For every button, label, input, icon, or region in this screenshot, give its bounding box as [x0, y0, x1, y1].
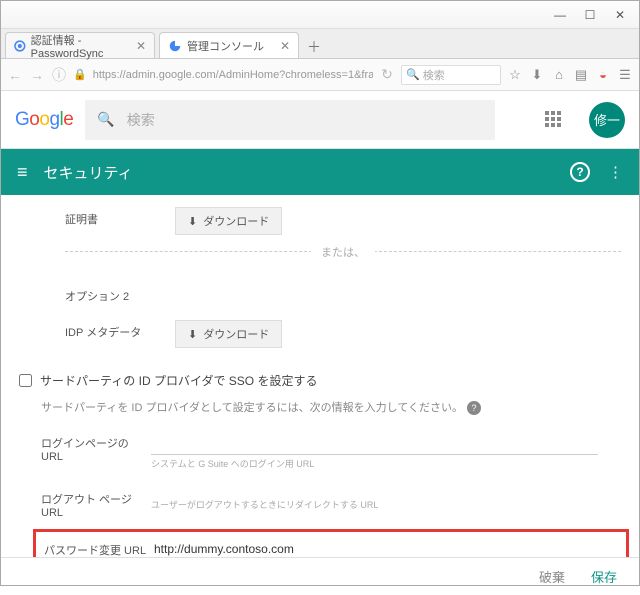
window-close[interactable]: ✕ — [605, 8, 635, 22]
pocket-icon[interactable]: ◒ — [595, 67, 611, 82]
download-cert-button[interactable]: ⬇ダウンロード — [175, 207, 282, 235]
window-maximize[interactable]: ☐ — [575, 8, 605, 22]
browser-menu-icon[interactable]: ☰ — [617, 67, 633, 83]
download-icon: ⬇ — [188, 215, 197, 228]
tab-label: 管理コンソール — [187, 38, 264, 54]
option2-label: オプション 2 — [65, 284, 175, 304]
save-button[interactable]: 保存 — [591, 567, 617, 586]
account-avatar[interactable]: 修一 — [589, 102, 625, 138]
window-minimize[interactable]: — — [545, 8, 575, 22]
certificate-label: 証明書 — [65, 207, 175, 227]
more-menu-icon[interactable]: ⋮ — [608, 163, 623, 181]
tab-admin-console[interactable]: 管理コンソール ✕ — [159, 32, 299, 58]
tab-label: 認証情報 - PasswordSync — [31, 32, 136, 60]
search-icon: 🔍 — [97, 111, 114, 128]
tab-close-icon[interactable]: ✕ — [280, 39, 290, 53]
logout-url-label: ログアウト ページ URL — [41, 487, 151, 519]
google-favicon-icon — [168, 39, 182, 53]
download-idp-button[interactable]: ⬇ダウンロード — [175, 320, 282, 348]
lock-icon: 🔒 — [73, 68, 87, 81]
back-button[interactable]: ← — [7, 67, 23, 83]
google-header: Google 🔍検索 修一 — [1, 91, 639, 149]
hamburger-icon[interactable]: ≡ — [17, 162, 28, 183]
footer-actions: 破棄 保存 — [1, 557, 639, 595]
reload-button[interactable]: ↻ — [379, 66, 395, 83]
password-url-input[interactable] — [154, 538, 595, 557]
search-icon: 🔍 — [406, 68, 420, 81]
downloads-icon[interactable]: ⬇ — [529, 67, 545, 83]
browser-search[interactable]: 🔍 検索 — [401, 65, 501, 85]
section-header: ≡ セキュリティ ? ⋮ — [1, 149, 639, 195]
library-icon[interactable]: ▤ — [573, 67, 589, 83]
content-area: 証明書 ⬇ダウンロード または、 オプション 2 IDP メタデータ ⬇ダウンロ… — [1, 195, 639, 557]
forward-button: → — [29, 67, 45, 83]
chrome-favicon-icon — [14, 39, 26, 53]
admin-search[interactable]: 🔍検索 — [85, 100, 495, 140]
third-party-sso-checkbox[interactable]: サードパーティの ID プロバイダで SSO を設定する — [19, 366, 621, 395]
home-icon[interactable]: ⌂ — [551, 67, 567, 82]
login-url-hint: システムと G Suite へのログイン用 URL — [151, 458, 621, 471]
tab-close-icon[interactable]: ✕ — [136, 39, 146, 53]
divider-or: または、 — [65, 251, 621, 268]
google-logo[interactable]: Google — [15, 109, 73, 131]
logout-url-hint: ユーザーがログアウトするときにリダイレクトする URL — [151, 499, 621, 512]
tab-passwordsync[interactable]: 認証情報 - PasswordSync ✕ — [5, 32, 155, 58]
bookmark-star-icon[interactable]: ☆ — [507, 67, 523, 83]
sso-help-text: サードパーティを ID プロバイダとして設定するには、次の情報を入力してください… — [19, 395, 621, 423]
idp-metadata-label: IDP メタデータ — [65, 320, 175, 340]
login-url-input[interactable] — [151, 431, 598, 455]
password-url-highlight: パスワード変更 URL — [33, 529, 629, 557]
download-icon: ⬇ — [188, 328, 197, 341]
address-bar[interactable]: https://admin.google.com/AdminHome?chrom… — [93, 69, 373, 81]
window-titlebar: — ☐ ✕ — [1, 1, 639, 29]
apps-grid-icon[interactable] — [545, 111, 563, 129]
login-url-label: ログインページの URL — [41, 431, 151, 463]
new-tab-button[interactable]: ＋ — [303, 36, 325, 58]
browser-tabs: 認証情報 - PasswordSync ✕ 管理コンソール ✕ ＋ — [1, 29, 639, 59]
help-tooltip-icon[interactable]: ? — [467, 401, 481, 415]
password-url-label: パスワード変更 URL — [44, 538, 154, 557]
discard-button[interactable]: 破棄 — [539, 567, 565, 586]
site-info-icon[interactable]: ⓘ — [51, 65, 67, 85]
help-icon[interactable]: ? — [570, 162, 590, 182]
browser-toolbar: ← → ⓘ 🔒 https://admin.google.com/AdminHo… — [1, 59, 639, 91]
section-title: セキュリティ — [44, 162, 133, 183]
